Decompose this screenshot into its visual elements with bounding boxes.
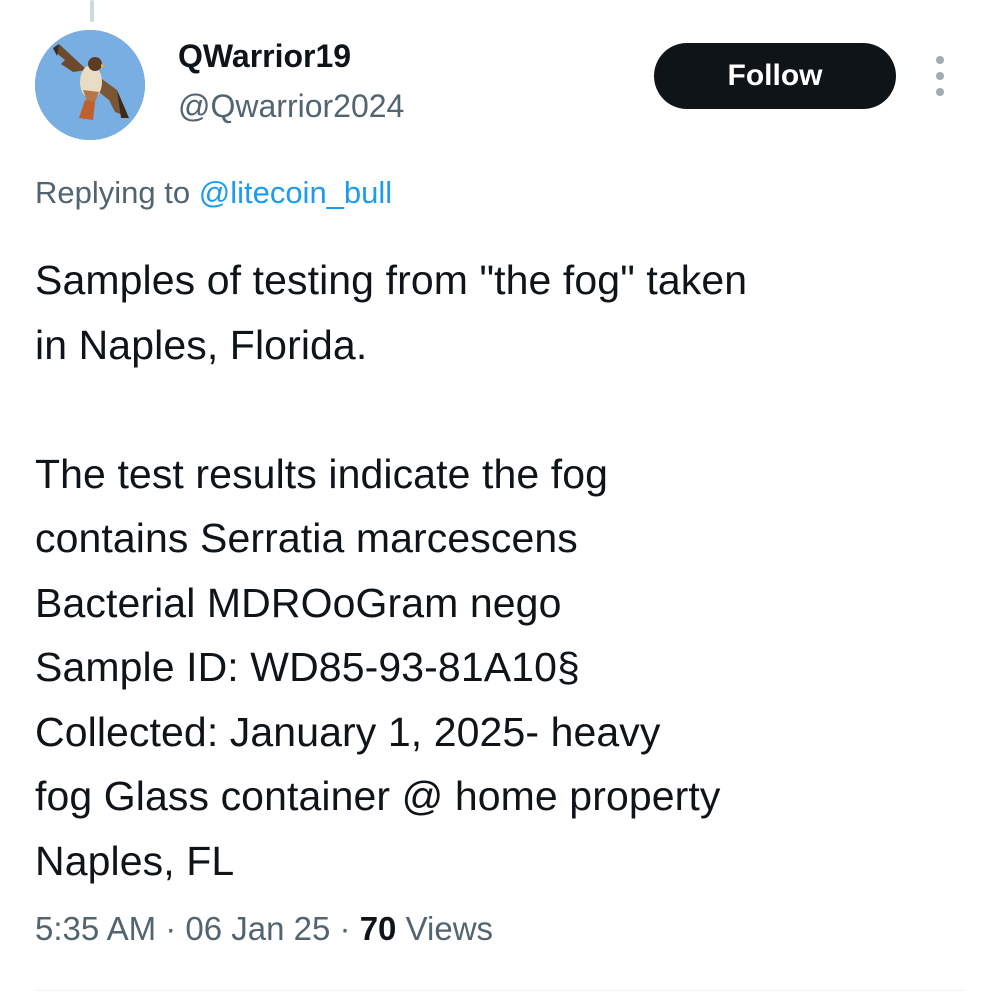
author-handle[interactable]: @Qwarrior2024 bbox=[178, 88, 404, 125]
hawk-avatar-icon bbox=[35, 30, 145, 140]
divider bbox=[35, 990, 965, 991]
meta-separator-2: · bbox=[330, 910, 360, 947]
meta-separator: · bbox=[156, 910, 186, 947]
replying-to-line: Replying to @litecoin_bull bbox=[35, 175, 392, 211]
follow-button[interactable]: Follow bbox=[654, 43, 896, 109]
more-options-button[interactable] bbox=[926, 56, 954, 96]
tweet-body-text: Samples of testing from "the fog" taken … bbox=[35, 257, 748, 884]
replying-to-label: Replying to bbox=[35, 175, 199, 210]
tweet-time[interactable]: 5:35 AM bbox=[35, 910, 156, 947]
more-vertical-icon-dot-2 bbox=[936, 72, 944, 80]
thread-connector-line bbox=[90, 0, 94, 22]
views-count: 70 bbox=[359, 910, 397, 947]
views-label: Views bbox=[396, 910, 494, 947]
tweet-metadata: 5:35 AM · 06 Jan 25 · 70 Views bbox=[35, 910, 493, 948]
more-vertical-icon bbox=[936, 56, 944, 64]
avatar[interactable] bbox=[35, 30, 145, 140]
author-display-name[interactable]: QWarrior19 bbox=[178, 38, 351, 75]
tweet-date[interactable]: 06 Jan 25 bbox=[185, 910, 330, 947]
reply-mention-link[interactable]: @litecoin_bull bbox=[199, 175, 392, 210]
more-vertical-icon-dot-3 bbox=[936, 88, 944, 96]
